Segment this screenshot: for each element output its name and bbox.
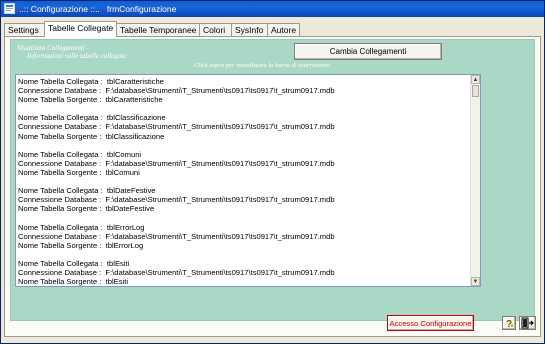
scroll-thumb[interactable] — [472, 85, 479, 97]
linked-tables-text: Nome Tabella Collegata : tblCaratteristi… — [18, 77, 335, 287]
tab-settings[interactable]: Settings — [4, 23, 45, 36]
tab-tabelle-temporanee[interactable]: Tabelle Temporanee — [116, 23, 200, 36]
question-mark-icon: ? — [506, 319, 513, 329]
section-title: Visualizza Collegamenti - — [17, 44, 89, 52]
linked-tables-textbox[interactable]: Nome Tabella Collegata : tblCaratteristi… — [15, 74, 481, 287]
vertical-scrollbar[interactable]: ▲ ▼ — [470, 75, 480, 286]
linked-tables-section: Visualizza Collegamenti - Informazioni s… — [10, 39, 535, 321]
tab-colori[interactable]: Colori — [199, 23, 232, 36]
scroll-up-arrow-icon[interactable]: ▲ — [471, 75, 480, 84]
section-subtitle: Informazioni sulle tabelle collegate — [27, 52, 127, 60]
tab-sysinfo[interactable]: SysInfo — [231, 23, 268, 36]
title-bar[interactable]: ..:: Configurazione ::.. frmConfigurazio… — [1, 1, 544, 17]
cambia-collegamenti-button[interactable]: Cambia Collegamenti — [294, 43, 442, 60]
exit-door-icon — [521, 317, 534, 329]
configurazione-window: ..:: Configurazione ::.. frmConfigurazio… — [0, 0, 545, 344]
accesso-configurazione-button[interactable]: Accesso Configurazione — [387, 315, 474, 331]
form-icon — [4, 3, 15, 14]
exit-button[interactable] — [519, 316, 536, 330]
scroll-down-arrow-icon[interactable]: ▼ — [471, 277, 480, 286]
tab-tabelle-collegate[interactable]: Tabelle Collegate — [44, 21, 117, 37]
tab-autore[interactable]: Autore — [267, 23, 300, 36]
scrollbar-hint: Click sopra per visualizzare la barra di… — [194, 62, 330, 69]
window-title: ..:: Configurazione ::.. frmConfigurazio… — [19, 4, 177, 14]
tabelle-collegate-panel: Visualizza Collegamenti - Informazioni s… — [4, 36, 541, 337]
help-button[interactable]: ? — [502, 316, 516, 330]
